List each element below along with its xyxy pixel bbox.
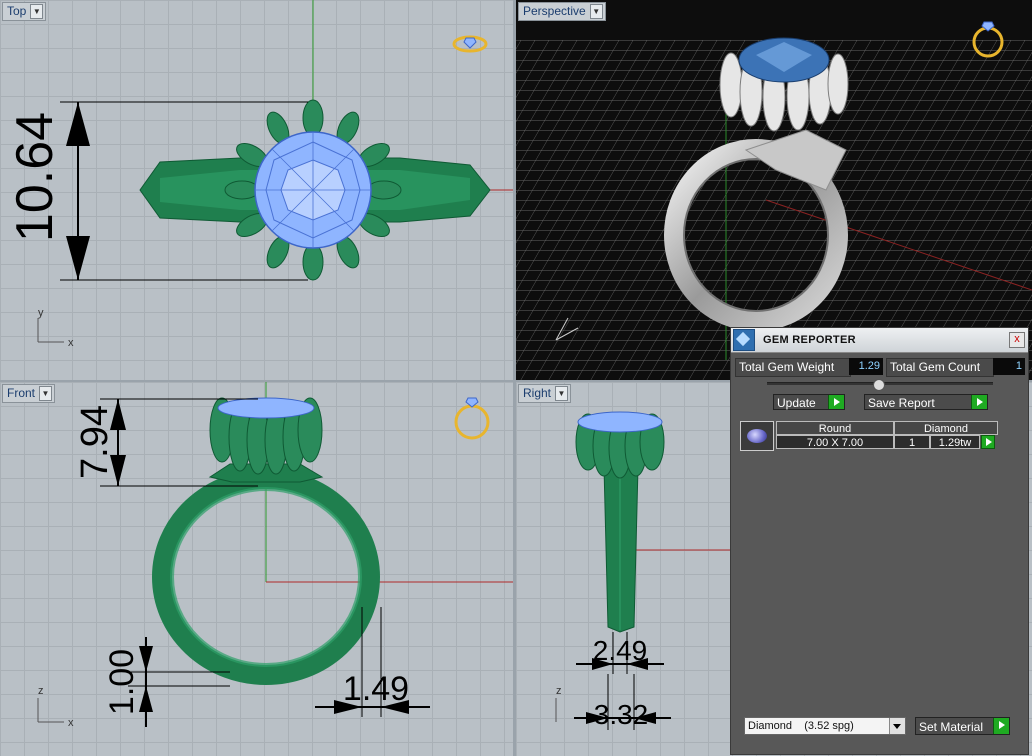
material-select[interactable]: Diamond (3.52 spg) [744,717,906,735]
dimension-right-bottom: 3.32 [594,699,649,730]
close-button[interactable]: x [1009,332,1025,348]
total-count-label: Total Gem Count [886,358,994,377]
slider-handle[interactable] [873,379,885,391]
gem-count-cell: 1 [894,435,930,449]
gem-reporter-panel: GEM REPORTER x Total Gem Weight 1.29 Tot… [730,327,1029,755]
viewport-top[interactable]: 10.64 x y Top ▼ [0,0,513,380]
gem-weight-cell: 1.29tw [930,435,980,449]
dimension-right-top: 2.49 [593,635,648,666]
viewport-title-perspective[interactable]: Perspective ▼ [518,2,606,21]
ring-icon [452,35,488,53]
chevron-down-icon[interactable]: ▼ [30,4,44,19]
top-view-drawing: 10.64 x y [6,0,513,349]
play-arrow-icon [971,395,987,409]
gem-reporter-logo-icon [733,329,755,351]
viewport-title-front[interactable]: Front ▼ [2,384,56,403]
gem-size-cell: 7.00 X 7.00 [776,435,894,449]
chevron-down-icon[interactable]: ▼ [555,386,569,401]
axis-x-label: x [68,337,74,349]
panel-title: GEM REPORTER [763,334,856,346]
front-view-drawing: 7.94 1.00 1.49 x z [37,382,513,729]
axis-x-label: x [68,717,74,729]
viewport-front[interactable]: 7.94 1.00 1.49 x z Front ▼ [0,382,513,756]
chevron-down-icon[interactable]: ▼ [39,386,53,401]
dimension-top-height: 10.64 [6,112,64,242]
play-arrow-icon [828,395,844,409]
set-material-button-label: Set Material [919,720,984,734]
dimension-setting-height: 7.94 [74,405,116,479]
gem-material-cell: Diamond [894,421,998,435]
gem-shape-cell: Round [776,421,894,435]
axis-z-label: z [556,685,562,697]
axis-z-label: z [38,685,44,697]
round-gem-icon [747,429,767,443]
viewport-title-right[interactable]: Right ▼ [518,384,572,403]
ring-icon [454,397,490,440]
total-weight-label: Total Gem Weight [735,358,851,377]
save-report-button[interactable]: Save Report [864,394,988,410]
set-material-button[interactable]: Set Material [915,717,1010,735]
dimension-band-width: 1.49 [343,670,409,708]
perspective-view-drawing [516,21,1032,380]
material-select-value: Diamond (3.52 spg) [748,720,854,732]
dimension-band-thickness: 1.00 [103,649,141,715]
total-count-value: 1 [993,358,1025,375]
viewport-perspective[interactable]: Perspective ▼ [516,0,1032,380]
panel-titlebar[interactable]: GEM REPORTER x [731,328,1028,353]
play-arrow-icon [993,718,1009,734]
chevron-down-icon[interactable] [889,718,905,734]
gem-stats: Total Gem Weight 1.29 Total Gem Count 1 [735,358,1026,377]
gem-thumbnail[interactable] [740,421,774,451]
update-button-label: Update [777,396,816,410]
save-report-button-label: Save Report [868,396,935,410]
gem-row-action-button[interactable] [981,435,995,449]
total-weight-value: 1.29 [849,358,883,375]
viewport-title-top[interactable]: Top ▼ [2,2,47,21]
chevron-down-icon[interactable]: ▼ [589,4,603,19]
gem-table: Round Diamond 7.00 X 7.00 1 1.29tw [740,421,1000,453]
update-button[interactable]: Update [773,394,845,410]
axis-y-label: y [38,307,44,319]
